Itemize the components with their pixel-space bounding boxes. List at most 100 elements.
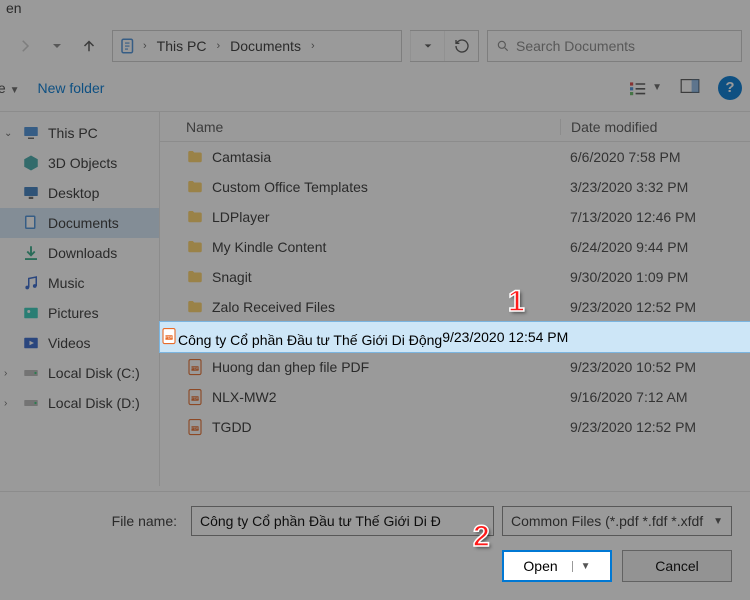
folder-icon [186,178,204,196]
file-row[interactable]: LDPlayer7/13/2020 12:46 PM [160,202,750,232]
sidebar-item-pictures[interactable]: Pictures [0,298,159,328]
documents-mini-icon [119,37,137,55]
pictures-icon [22,304,40,322]
file-date: 6/24/2020 9:44 PM [560,239,750,255]
svg-text:PDF: PDF [191,427,199,431]
bottom-panel: File name: Common Files (*.pdf *.fdf *.x… [0,491,750,600]
file-date: 9/23/2020 12:52 PM [560,419,750,435]
sidebar-item-label: Local Disk (C:) [48,365,140,381]
open-button[interactable]: Open ▼ [502,550,612,582]
file-row[interactable]: Zalo Received Files 9/23/2020 12:52 PM [160,292,750,322]
sidebar-item-downloads[interactable]: Downloads [0,238,159,268]
filter-label: Common Files (*.pdf *.fdf *.xfdf [511,513,703,529]
sidebar-item-label: 3D Objects [48,155,117,171]
file-row[interactable]: My Kindle Content6/24/2020 9:44 PM [160,232,750,262]
sidebar-item-label: Documents [48,215,119,231]
file-row[interactable]: PDFHuong dan ghep file PDF9/23/2020 10:5… [160,352,750,382]
svg-text:PDF: PDF [191,367,199,371]
disk-icon [22,394,40,412]
sidebar-item-local-disk-c[interactable]: › Local Disk (C:) [0,358,159,388]
sidebar-item-3d-objects[interactable]: 3D Objects [0,148,159,178]
view-options-button[interactable]: ▼ [628,80,662,96]
file-type-filter[interactable]: Common Files (*.pdf *.fdf *.xfdf ▼ [502,506,732,536]
videos-icon [22,334,40,352]
navigation-sidebar: ⌄ This PC 3D Objects Desktop Documents [0,112,160,486]
file-name: TGDD [212,419,252,435]
file-date: 9/30/2020 1:09 PM [560,269,750,285]
cancel-button[interactable]: Cancel [622,550,732,582]
folder-icon [186,208,204,226]
recent-locations-button[interactable] [42,31,72,61]
sidebar-item-desktop[interactable]: Desktop [0,178,159,208]
file-row[interactable]: Custom Office Templates3/23/2020 3:32 PM [160,172,750,202]
sidebar-item-label: Videos [48,335,91,351]
up-button[interactable] [74,31,104,61]
column-name[interactable]: Name [160,119,560,135]
documents-icon [22,214,40,232]
search-icon [496,39,510,53]
new-folder-button[interactable]: New folder [37,80,104,96]
column-headers: Name Date modified [160,112,750,142]
file-name: Zalo Received Files [212,299,335,315]
forward-button[interactable] [10,31,40,61]
file-row[interactable]: Snagit9/30/2020 1:09 PM [160,262,750,292]
file-date: 9/16/2020 7:12 AM [560,389,750,405]
filename-input[interactable] [191,506,494,536]
file-row[interactable]: PDF TGDD 9/23/2020 12:52 PM [160,412,750,442]
sidebar-item-label: Pictures [48,305,99,321]
pdf-icon: PDF [186,418,204,436]
pdf-icon: PDF [186,388,204,406]
sidebar-item-music[interactable]: Music [0,268,159,298]
expand-icon: › [4,368,14,379]
sidebar-item-this-pc[interactable]: ⌄ This PC [0,118,159,148]
music-icon [22,274,40,292]
file-date: 9/23/2020 12:54 PM [442,329,568,345]
address-dropdown-button[interactable] [410,31,444,61]
expand-icon: › [4,398,14,409]
search-placeholder: Search Documents [516,38,635,54]
file-name: Huong dan ghep file PDF [212,359,369,375]
chevron-icon: › [309,40,317,52]
file-open-dialog: en › This PC › Documents › Search Docume… [0,0,750,600]
svg-text:PDF: PDF [165,335,173,339]
pdf-icon: PDF [186,358,204,376]
file-list-pane: Name Date modified Camtasia6/6/2020 7:58… [160,112,750,486]
sidebar-item-label: Local Disk (D:) [48,395,140,411]
sidebar-item-label: Desktop [48,185,99,201]
sidebar-item-videos[interactable]: Videos [0,328,159,358]
breadcrumb-documents[interactable]: Documents [226,38,305,54]
search-input[interactable]: Search Documents [487,30,742,62]
file-row[interactable]: Camtasia6/6/2020 7:58 PM [160,142,750,172]
folder-icon [186,238,204,256]
sidebar-item-local-disk-d[interactable]: › Local Disk (D:) [0,388,159,418]
file-name: LDPlayer [212,209,270,225]
collapse-icon: ⌄ [4,128,14,139]
sidebar-item-label: This PC [48,125,98,141]
column-date-modified[interactable]: Date modified [560,119,750,135]
sidebar-item-documents[interactable]: Documents [0,208,159,238]
filename-label: File name: [18,513,183,529]
file-name: Custom Office Templates [212,179,368,195]
breadcrumb-this-pc[interactable]: This PC [153,38,211,54]
cube-icon [22,154,40,172]
folder-icon [186,268,204,286]
sidebar-item-label: Downloads [48,245,117,261]
desktop-icon [22,184,40,202]
file-date: 9/23/2020 12:52 PM [560,299,750,315]
title-bar-fragment: en [0,0,750,18]
address-path[interactable]: › This PC › Documents › [112,30,402,62]
refresh-button[interactable] [444,31,478,61]
organize-menu[interactable]: nize ▼ [0,80,19,96]
pc-icon [22,124,40,142]
help-button[interactable]: ? [718,76,742,100]
preview-pane-button[interactable] [680,78,700,97]
sidebar-item-label: Music [48,275,85,291]
disk-icon [22,364,40,382]
chevron-icon: › [214,40,222,52]
folder-icon [186,148,204,166]
split-chevron-icon[interactable]: ▼ [572,561,591,572]
file-date: 6/6/2020 7:58 PM [560,149,750,165]
back-button[interactable] [0,31,8,61]
file-row[interactable]: PDF NLX-MW2 9/16/2020 7:12 AM [160,382,750,412]
file-name: NLX-MW2 [212,389,277,405]
